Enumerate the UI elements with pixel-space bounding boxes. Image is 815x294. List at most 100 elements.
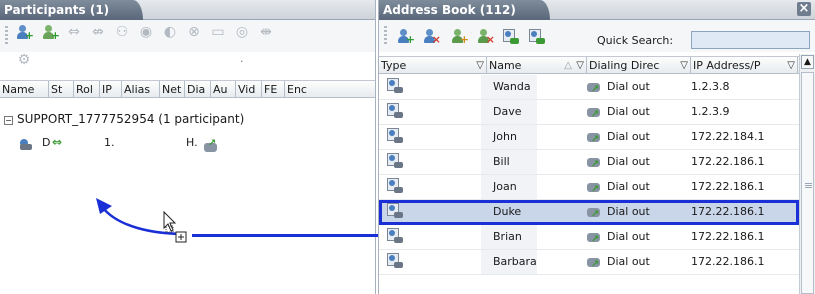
collapse-icon[interactable]: − <box>4 116 13 125</box>
connect-icon[interactable]: ⇔ <box>64 22 84 42</box>
dial-out-icon: ↗ <box>587 154 603 170</box>
contact-row[interactable]: Bill ↗ Dial out 172.22.186.1 <box>379 150 799 175</box>
sort-asc-icon[interactable]: △ <box>564 57 572 74</box>
col-dialing-direction[interactable]: Dialing Direc ▽ <box>587 57 691 74</box>
contact-ip-address: 1.2.3.8 <box>691 80 730 93</box>
address-book-titlebar: Address Book (112) × <box>379 0 815 20</box>
contact-dialing-direction: ↗ Dial out <box>587 100 650 124</box>
col-network[interactable]: Net <box>160 81 185 98</box>
participants-titlebar: Participants (1) <box>0 0 375 20</box>
participants-panel: Participants (1) + + ⇔ ⇎ ⚇ ◉ ◐ ⊗ ▭ ◎ ⇼ ⚙… <box>0 0 376 294</box>
participants-toolbar: + + ⇔ ⇎ ⚇ ◉ ◐ ⊗ ▭ ◎ ⇼ ⚙ . <box>0 20 375 68</box>
drag-cursor-icon <box>163 210 187 243</box>
signal-icon[interactable]: ◎ <box>232 22 252 42</box>
contact-dialing-direction: ↗ Dial out <box>587 250 650 274</box>
col-role[interactable]: Rol <box>74 81 100 98</box>
disconnect-icon[interactable]: ⇎ <box>88 22 108 42</box>
contact-name: Dave <box>493 105 522 118</box>
video-icon[interactable]: ▭ <box>208 22 228 42</box>
contact-ip-address: 172.22.186.1 <box>691 205 765 218</box>
contact-name: Duke <box>493 205 522 218</box>
close-icon[interactable]: × <box>797 2 811 16</box>
participant-alias: H. <box>186 136 198 149</box>
col-name[interactable]: Name △ ▽ <box>487 57 587 74</box>
col-name[interactable]: Name <box>0 81 49 98</box>
filter-icon[interactable]: ▽ <box>680 57 688 74</box>
col-fecc[interactable]: FE <box>262 81 285 98</box>
contact-row-selected[interactable]: Duke ↗ Dial out 172.22.186.1 <box>379 200 799 225</box>
scroll-thumb[interactable] <box>801 72 814 294</box>
address-book-toolbar: + × + × Quick Search: <box>379 20 815 52</box>
contact-type-icon <box>387 200 481 224</box>
contact-type-icon <box>387 250 481 274</box>
delete-group-icon[interactable]: × <box>475 26 495 46</box>
contact-name: Bill <box>493 155 510 168</box>
filter-icon[interactable]: ▽ <box>476 57 484 74</box>
col-ip[interactable]: IP <box>100 81 122 98</box>
contact-dialing-direction: ↗ Dial out <box>587 200 650 224</box>
contact-type-icon <box>387 100 481 124</box>
conference-link-icon[interactable]: ⇼ <box>256 22 276 42</box>
group-label: SUPPORT_1777752954 (1 participant) <box>17 112 245 126</box>
dialing-direction-text: Dial out <box>607 155 650 168</box>
col-type[interactable]: Type ▽ <box>379 57 487 74</box>
col-audio[interactable]: Au <box>211 81 236 98</box>
mute-audio-icon[interactable]: ◉ <box>136 22 156 42</box>
dial-out-icon: ↗ <box>587 204 603 220</box>
group-properties-icon[interactable] <box>527 26 547 46</box>
col-video[interactable]: Vid <box>236 81 262 98</box>
block-audio-icon[interactable]: ◐ <box>160 22 180 42</box>
delete-participant-icon[interactable]: ⚇ <box>112 22 132 42</box>
toolbar-grip[interactable] <box>5 26 8 46</box>
curved-arrow-line <box>102 207 187 236</box>
participant-properties-icon[interactable] <box>501 26 521 46</box>
dialing-direction-text: Dial out <box>607 230 650 243</box>
add-participant-icon[interactable]: + <box>14 22 34 42</box>
contact-row[interactable]: Joan ↗ Dial out 172.22.186.1 <box>379 175 799 200</box>
quick-search-input[interactable] <box>691 31 810 49</box>
contact-type-icon <box>387 225 481 249</box>
contact-type-icon <box>387 125 481 149</box>
dial-out-icon: ↗ <box>587 79 603 95</box>
participant-row[interactable]: D ⇔ 1. H. ↗ <box>0 131 375 155</box>
conference-group-row[interactable]: − SUPPORT_1777752954 (1 participant) <box>0 108 375 130</box>
settings-icon[interactable]: ⚙ <box>14 50 34 70</box>
suspend-video-icon[interactable]: ⊗ <box>184 22 204 42</box>
dial-out-icon: ↗ <box>587 129 603 145</box>
contact-row[interactable]: Dave ↗ Dial out 1.2.3.9 <box>379 100 799 125</box>
contact-row[interactable]: John ↗ Dial out 172.22.184.1 <box>379 125 799 150</box>
add-from-list-icon[interactable]: + <box>40 22 60 42</box>
col-ip-address[interactable]: IP Address/P ▽ <box>691 57 798 74</box>
toolbar-grip[interactable] <box>384 26 387 46</box>
contact-name: John <box>493 130 517 143</box>
contact-row[interactable]: Brian ↗ Dial out 172.22.186.1 <box>379 225 799 250</box>
address-book-scrollbar[interactable]: ▲ <box>799 54 815 294</box>
col-status[interactable]: St <box>49 81 74 98</box>
new-participant-icon[interactable]: + <box>395 26 415 46</box>
participant-type-icon <box>20 134 36 150</box>
toolbar-dot: . <box>240 52 244 65</box>
filter-icon[interactable]: ▽ <box>576 57 584 74</box>
col-alias[interactable]: Alias <box>122 81 160 98</box>
col-dialing-label: Dialing Direc <box>589 59 660 72</box>
col-dialing[interactable]: Dia <box>185 81 211 98</box>
contact-row[interactable]: Wanda ↗ Dial out 1.2.3.8 <box>379 75 799 100</box>
contact-ip-address: 172.22.186.1 <box>691 230 765 243</box>
col-encryption[interactable]: Enc <box>285 81 315 98</box>
contact-name: Brian <box>493 230 522 243</box>
dialing-direction-text: Dial out <box>607 80 650 93</box>
participants-table-header: Name St Rol IP Alias Net Dia Au Vid FE E… <box>0 80 375 98</box>
filter-icon[interactable]: ▽ <box>787 57 795 74</box>
contact-ip-address: 172.22.184.1 <box>691 130 765 143</box>
contact-type-icon <box>387 150 481 174</box>
col-ip-label: IP Address/P <box>693 59 761 72</box>
contact-name: Barbara <box>493 255 537 268</box>
contact-row[interactable]: Barbara ↗ Dial out 172.22.186.1 <box>379 250 799 275</box>
contact-dialing-direction: ↗ Dial out <box>587 225 650 249</box>
dial-out-icon: ↗ <box>587 179 603 195</box>
contact-ip-address: 172.22.186.1 <box>691 255 765 268</box>
scroll-up-icon[interactable]: ▲ <box>801 55 814 69</box>
new-group-icon[interactable]: + <box>449 26 469 46</box>
contact-name: Joan <box>493 180 517 193</box>
delete-participant-icon[interactable]: × <box>421 26 441 46</box>
